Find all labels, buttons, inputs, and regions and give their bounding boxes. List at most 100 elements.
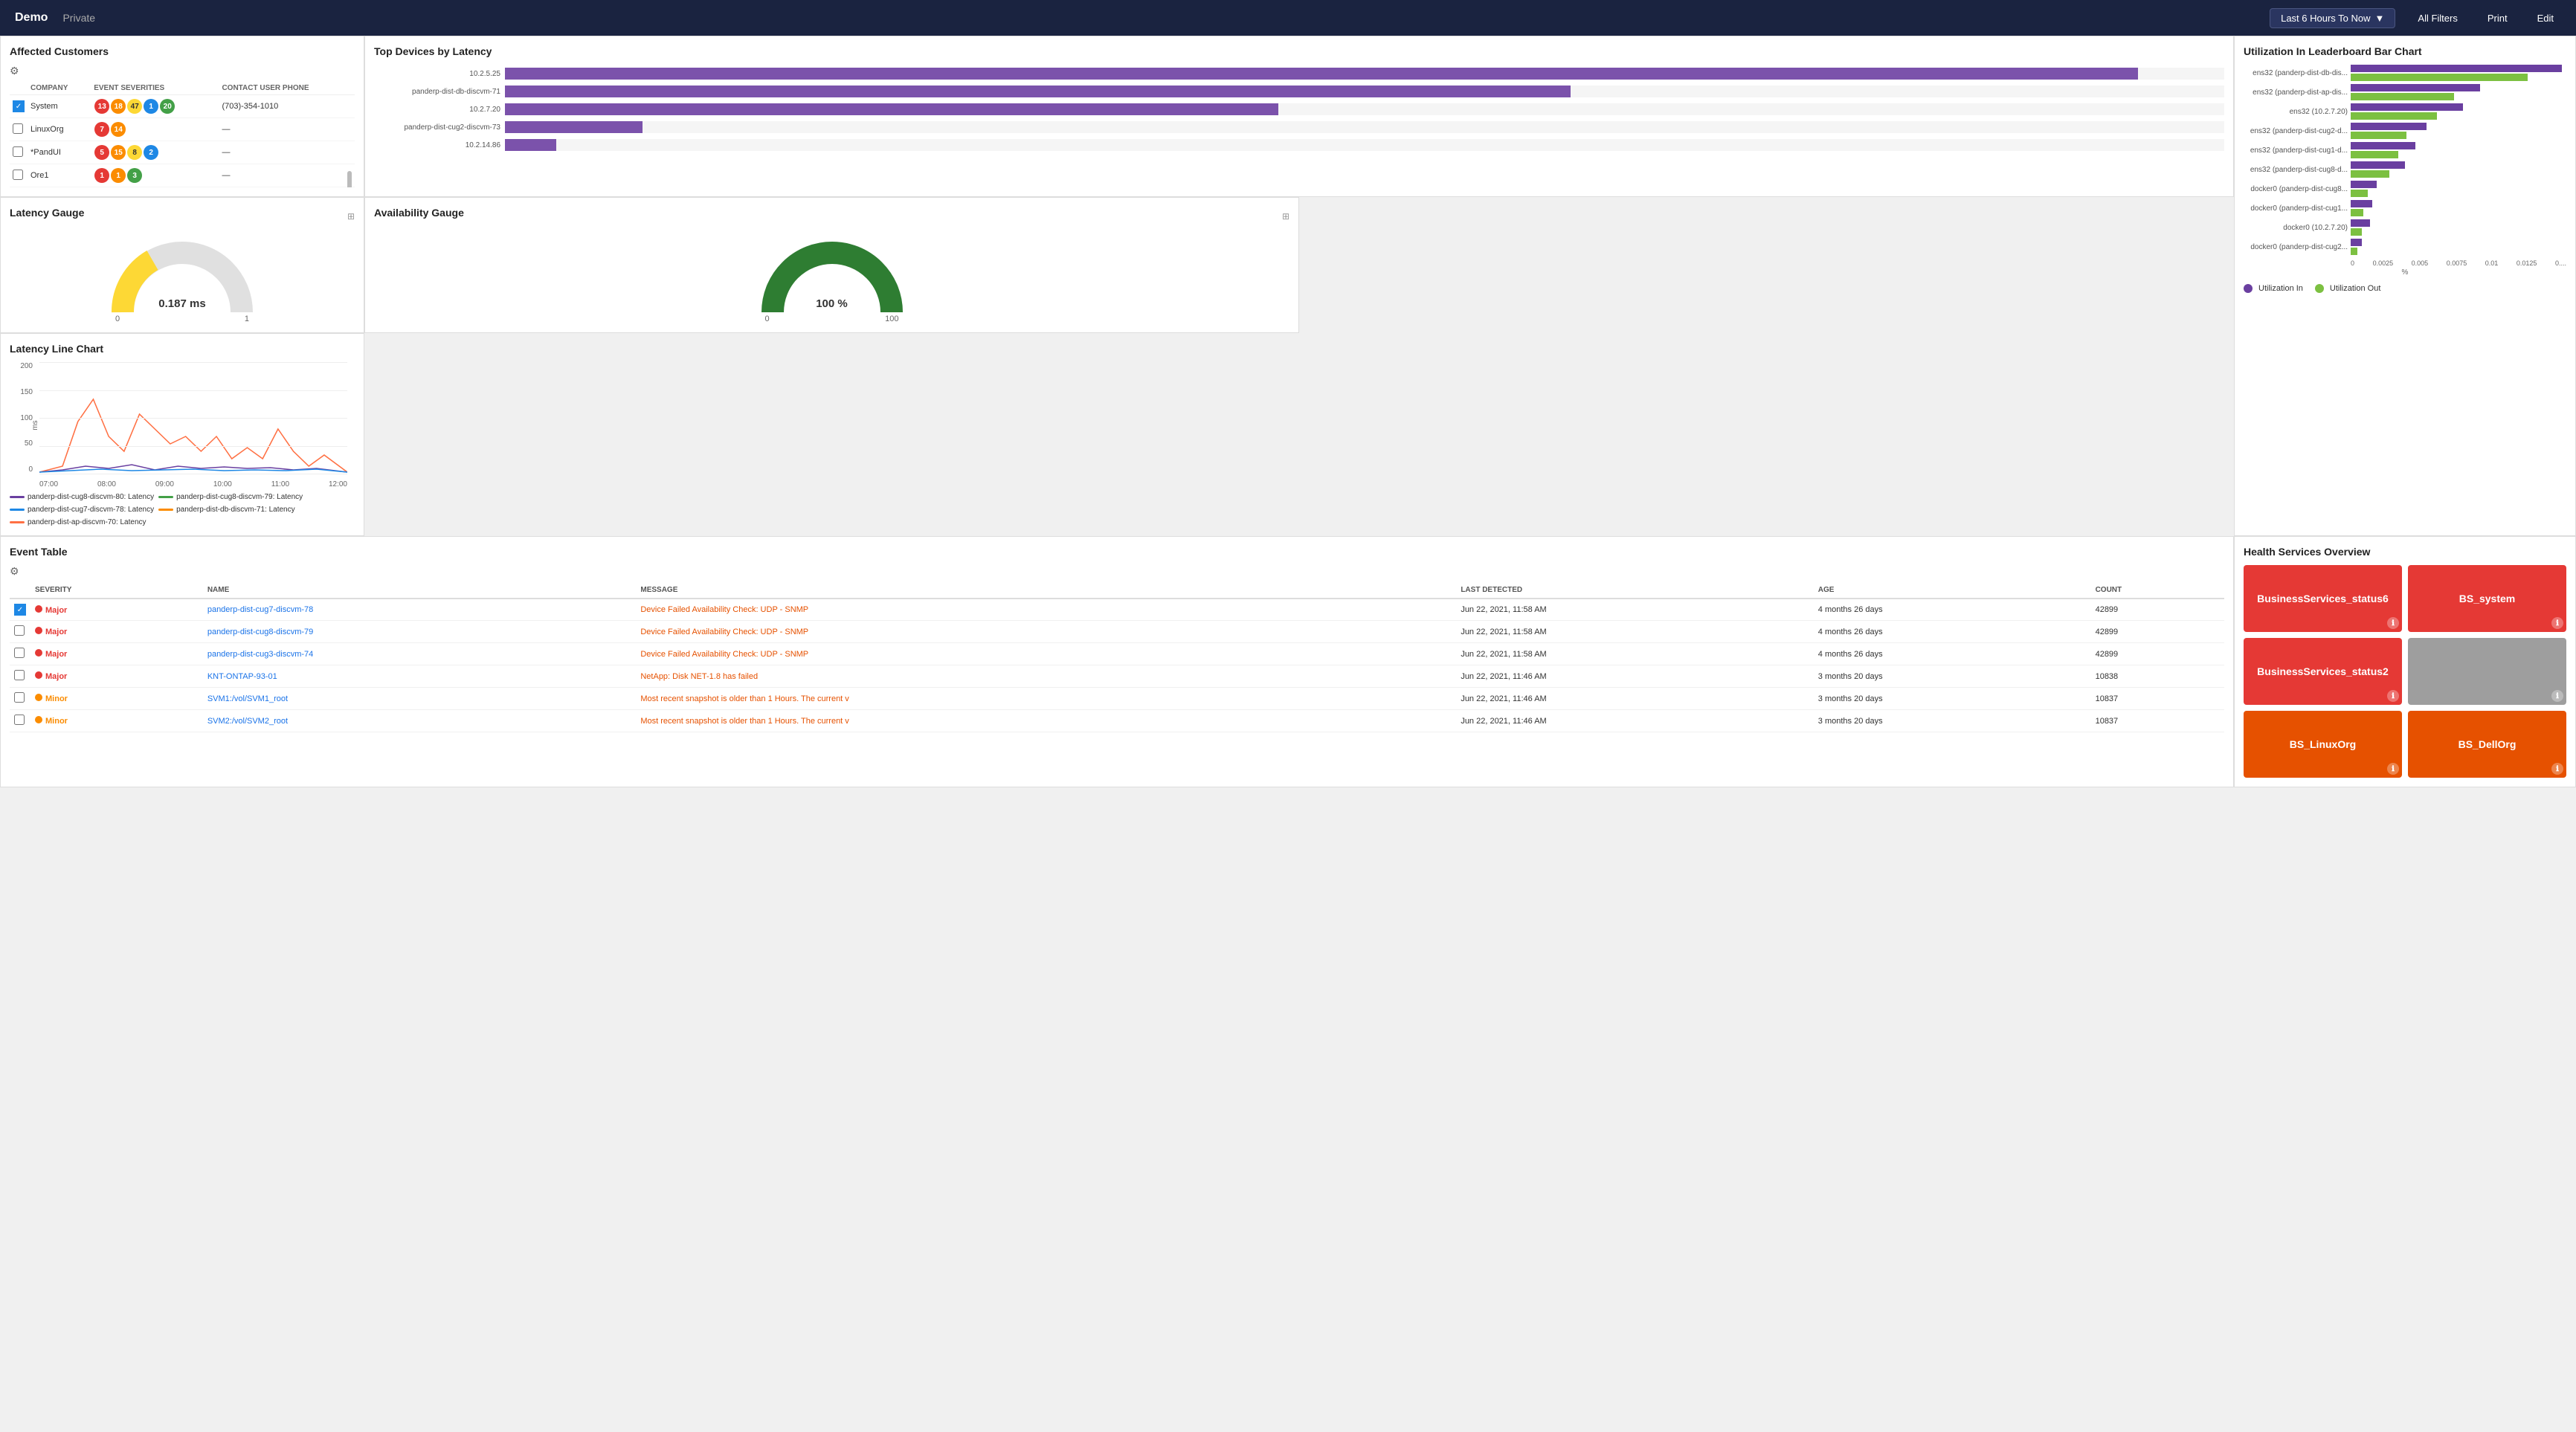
axis-label: 0.0025 [2373,259,2394,267]
event-table-panel: Event Table ⚙ SEVERITY NAME MESSAGE LAST… [0,536,2234,787]
customer-phone: — [219,141,355,164]
latency-gauge-value: 0.187 ms [158,297,205,310]
severity-badge: 1 [94,168,109,183]
row-checkbox[interactable] [13,123,23,134]
health-card[interactable]: BusinessServices_status6 ℹ [2244,565,2402,632]
bar-container [505,139,2224,151]
util-out-bar [2351,209,2363,216]
event-count: 10837 [2091,688,2224,710]
event-row: Majorpanderp-dist-cug3-discvm-74Device F… [10,643,2224,665]
x-axis-labels: 07:0008:0009:0010:0011:0012:00 [39,480,347,488]
util-label: docker0 (10.2.7.20) [2244,224,2348,232]
message-col-header: MESSAGE [636,582,1456,599]
util-label: docker0 (panderp-dist-cug8... [2244,185,2348,193]
info-icon[interactable]: ℹ [2551,617,2563,629]
customer-severities: 51582 [91,141,219,164]
util-label: ens32 (panderp-dist-cug8-d... [2244,166,2348,174]
age-col-header: AGE [1814,582,2091,599]
dashboard: Affected Customers ⚙ COMPANY EVENT SEVER… [0,36,2576,787]
util-row: ens32 (panderp-dist-db-dis... [2244,65,2566,81]
row-checkbox[interactable] [13,146,23,157]
health-card[interactable]: BS_LinuxOrg ℹ [2244,711,2402,778]
axis-label: 0.... [2555,259,2566,267]
latency-gauge-max: 1 [245,315,249,323]
event-count: 42899 [2091,643,2224,665]
event-table-settings-icon[interactable]: ⚙ [10,565,19,578]
util-bars-container [2351,142,2566,158]
event-checkbox[interactable] [14,648,25,658]
info-icon[interactable]: ℹ [2551,690,2563,702]
event-checkbox[interactable]: ✓ [14,604,26,616]
health-card[interactable]: BusinessServices_status2 ℹ [2244,638,2402,705]
util-row: ens32 (10.2.7.20) [2244,103,2566,120]
util-row: docker0 (panderp-dist-cug8... [2244,181,2566,197]
event-name[interactable]: SVM2:/vol/SVM2_root [203,710,637,732]
util-out-bar [2351,228,2362,236]
utilization-chart: ens32 (panderp-dist-db-dis... ens32 (pan… [2244,65,2566,255]
event-name[interactable]: panderp-dist-cug3-discvm-74 [203,643,637,665]
health-services-title: Health Services Overview [2244,546,2566,558]
bar-label: panderp-dist-cug2-discvm-73 [374,123,500,132]
grid-line [39,446,347,447]
event-name[interactable]: panderp-dist-cug8-discvm-79 [203,621,637,643]
util-in-bar [2351,181,2377,188]
time-filter-button[interactable]: Last 6 Hours To Now ▼ [2270,8,2395,28]
gauge-grid-icon2[interactable]: ⊞ [1282,211,1289,222]
event-last-detected: Jun 22, 2021, 11:46 AM [1456,688,1813,710]
info-icon[interactable]: ℹ [2387,617,2399,629]
legend-label: panderp-dist-cug8-discvm-79: Latency [176,493,303,501]
bar-label: panderp-dist-db-discvm-71 [374,88,500,96]
severity-label: Major [45,650,67,659]
event-severity: Major [30,621,203,643]
health-card[interactable]: BS_DellOrg ℹ [2408,711,2566,778]
event-name[interactable]: SVM1:/vol/SVM1_root [203,688,637,710]
top-devices-title: Top Devices by Latency [374,45,2224,57]
util-row: docker0 (panderp-dist-cug1... [2244,200,2566,216]
util-out-bar [2351,170,2389,178]
util-bars-container [2351,239,2566,255]
event-count: 10837 [2091,710,2224,732]
util-row: ens32 (panderp-dist-cug2-d... [2244,123,2566,139]
gauge-grid-icon[interactable]: ⊞ [347,211,355,222]
event-name[interactable]: panderp-dist-cug7-discvm-78 [203,599,637,621]
util-label: docker0 (panderp-dist-cug2... [2244,243,2348,251]
util-in-bar [2351,103,2463,111]
event-severity: Major [30,665,203,688]
event-name[interactable]: KNT-ONTAP-93-01 [203,665,637,688]
util-out-bar [2351,112,2437,120]
event-checkbox[interactable] [14,625,25,636]
event-checkbox[interactable] [14,692,25,703]
info-icon[interactable]: ℹ [2387,763,2399,775]
util-label: docker0 (panderp-dist-cug1... [2244,204,2348,213]
legend-label: Utilization In [2258,284,2303,293]
health-card[interactable]: ℹ [2408,638,2566,705]
event-checkbox[interactable] [14,715,25,725]
row-checkbox[interactable]: ✓ [13,100,25,112]
event-last-detected: Jun 22, 2021, 11:46 AM [1456,710,1813,732]
severity-dot [35,605,42,613]
line-chart-legend: panderp-dist-cug8-discvm-80: Latencypand… [10,493,355,526]
bar-container [505,86,2224,97]
print-button[interactable]: Print [2480,9,2515,28]
health-services-grid: BusinessServices_status6 ℹ BS_system ℹ B… [2244,565,2566,778]
bar-container [505,68,2224,80]
settings-icon[interactable]: ⚙ [10,65,19,77]
info-icon[interactable]: ℹ [2387,690,2399,702]
info-icon[interactable]: ℹ [2551,763,2563,775]
legend-label: panderp-dist-db-discvm-71: Latency [176,506,295,514]
event-checkbox[interactable] [14,670,25,680]
customer-row: Ore1113— [10,164,355,187]
bar-row: 10.2.5.25 [374,68,2224,80]
bar-fill [505,86,1571,97]
event-row: MinorSVM1:/vol/SVM1_rootMost recent snap… [10,688,2224,710]
edit-button[interactable]: Edit [2530,9,2561,28]
all-filters-button[interactable]: All Filters [2410,9,2464,28]
row-checkbox[interactable] [13,170,23,180]
line-legend-item: panderp-dist-cug8-discvm-79: Latency [158,493,303,501]
event-age: 4 months 26 days [1814,621,2091,643]
event-last-detected: Jun 22, 2021, 11:58 AM [1456,643,1813,665]
event-severity: Minor [30,688,203,710]
health-card[interactable]: BS_system ℹ [2408,565,2566,632]
bar-label: 10.2.5.25 [374,70,500,78]
event-age: 4 months 26 days [1814,643,2091,665]
